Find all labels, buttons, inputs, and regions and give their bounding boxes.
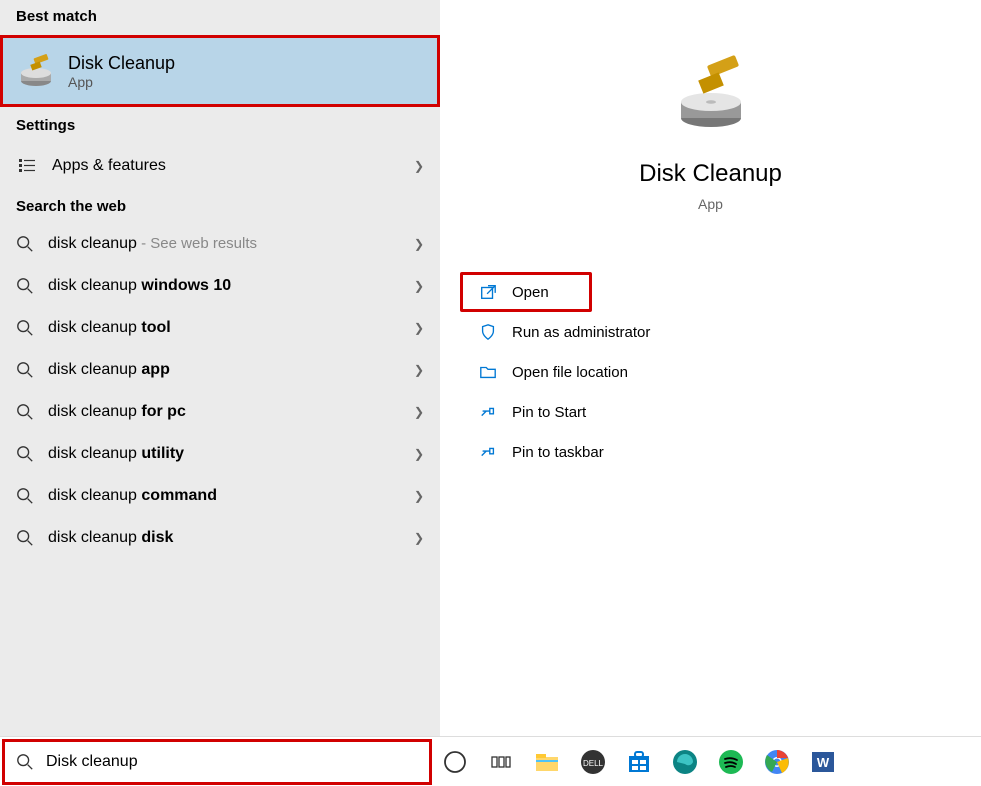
web-result-text: disk cleanup app: [48, 361, 170, 379]
taskbar-store-icon[interactable]: [616, 739, 662, 785]
search-icon: [16, 235, 34, 253]
preview-title: Disk Cleanup: [639, 160, 782, 188]
open-icon: [478, 282, 498, 302]
action-label: Pin to Start: [512, 404, 586, 421]
taskbar-dell-icon[interactable]: DELL: [570, 739, 616, 785]
action-open[interactable]: Open: [460, 272, 592, 312]
web-result-text: disk cleanup - See web results: [48, 235, 257, 253]
svg-text:W: W: [817, 755, 830, 770]
taskbar-cortana-icon[interactable]: [432, 739, 478, 785]
preview-panel: Disk Cleanup App Open Run as administrat…: [440, 0, 981, 736]
taskbar-chrome-icon[interactable]: [754, 739, 800, 785]
settings-item-label: Apps & features: [52, 157, 166, 175]
web-result-text: disk cleanup command: [48, 487, 217, 505]
taskbar-explorer-icon[interactable]: [524, 739, 570, 785]
best-match-item-disk-cleanup[interactable]: Disk Cleanup App: [0, 35, 440, 107]
shield-icon: [478, 322, 498, 342]
web-result[interactable]: disk cleanup app ❯: [0, 349, 440, 391]
web-result-text: disk cleanup disk: [48, 529, 173, 547]
disk-cleanup-icon: [16, 51, 56, 91]
taskbar-search-box[interactable]: [2, 739, 432, 785]
web-result-text: disk cleanup tool: [48, 319, 171, 337]
action-label: Run as administrator: [512, 324, 650, 341]
web-result[interactable]: disk cleanup command ❯: [0, 475, 440, 517]
best-match-header: Best match: [0, 0, 440, 33]
apps-features-icon: [16, 156, 38, 176]
chevron-right-icon: ❯: [414, 159, 424, 173]
chevron-right-icon: ❯: [414, 447, 424, 461]
action-pin-to-start[interactable]: Pin to Start: [460, 392, 961, 432]
web-result-text: disk cleanup windows 10: [48, 277, 231, 295]
chevron-right-icon: ❯: [414, 489, 424, 503]
web-result[interactable]: disk cleanup windows 10 ❯: [0, 265, 440, 307]
search-results-panel: Best match Disk Cleanup App Settings App…: [0, 0, 440, 736]
best-match-sub: App: [68, 74, 175, 90]
action-label: Open file location: [512, 364, 628, 381]
chevron-right-icon: ❯: [414, 279, 424, 293]
taskbar-taskview-icon[interactable]: [478, 739, 524, 785]
search-icon: [16, 361, 34, 379]
action-label: Open: [512, 284, 549, 301]
web-result-text: disk cleanup utility: [48, 445, 184, 463]
best-match-title: Disk Cleanup: [68, 53, 175, 74]
svg-text:DELL: DELL: [583, 759, 604, 768]
disk-cleanup-large-icon: [666, 50, 756, 140]
search-icon: [16, 529, 34, 547]
taskbar-edge-icon[interactable]: [662, 739, 708, 785]
web-result[interactable]: disk cleanup tool ❯: [0, 307, 440, 349]
taskbar-spotify-icon[interactable]: [708, 739, 754, 785]
taskbar-word-icon[interactable]: W: [800, 739, 846, 785]
chevron-right-icon: ❯: [414, 531, 424, 545]
web-result[interactable]: disk cleanup disk ❯: [0, 517, 440, 559]
chevron-right-icon: ❯: [414, 405, 424, 419]
search-icon: [16, 319, 34, 337]
preview-sub: App: [698, 196, 723, 212]
search-icon: [16, 753, 34, 771]
action-pin-to-taskbar[interactable]: Pin to taskbar: [460, 432, 961, 472]
settings-item-apps-features[interactable]: Apps & features ❯: [0, 142, 440, 190]
chevron-right-icon: ❯: [414, 321, 424, 335]
action-run-as-administrator[interactable]: Run as administrator: [460, 312, 961, 352]
search-icon: [16, 487, 34, 505]
search-input[interactable]: [46, 753, 418, 771]
search-icon: [16, 277, 34, 295]
settings-header: Settings: [0, 109, 440, 142]
pin-icon: [478, 442, 498, 462]
chevron-right-icon: ❯: [414, 363, 424, 377]
pin-icon: [478, 402, 498, 422]
chevron-right-icon: ❯: [414, 237, 424, 251]
search-icon: [16, 403, 34, 421]
action-label: Pin to taskbar: [512, 444, 604, 461]
web-result[interactable]: disk cleanup utility ❯: [0, 433, 440, 475]
web-result-text: disk cleanup for pc: [48, 403, 186, 421]
web-header: Search the web: [0, 190, 440, 223]
action-open-file-location[interactable]: Open file location: [460, 352, 961, 392]
folder-icon: [478, 362, 498, 382]
taskbar: DELL W: [0, 736, 981, 786]
search-icon: [16, 445, 34, 463]
web-result[interactable]: disk cleanup for pc ❯: [0, 391, 440, 433]
web-result[interactable]: disk cleanup - See web results ❯: [0, 223, 440, 265]
